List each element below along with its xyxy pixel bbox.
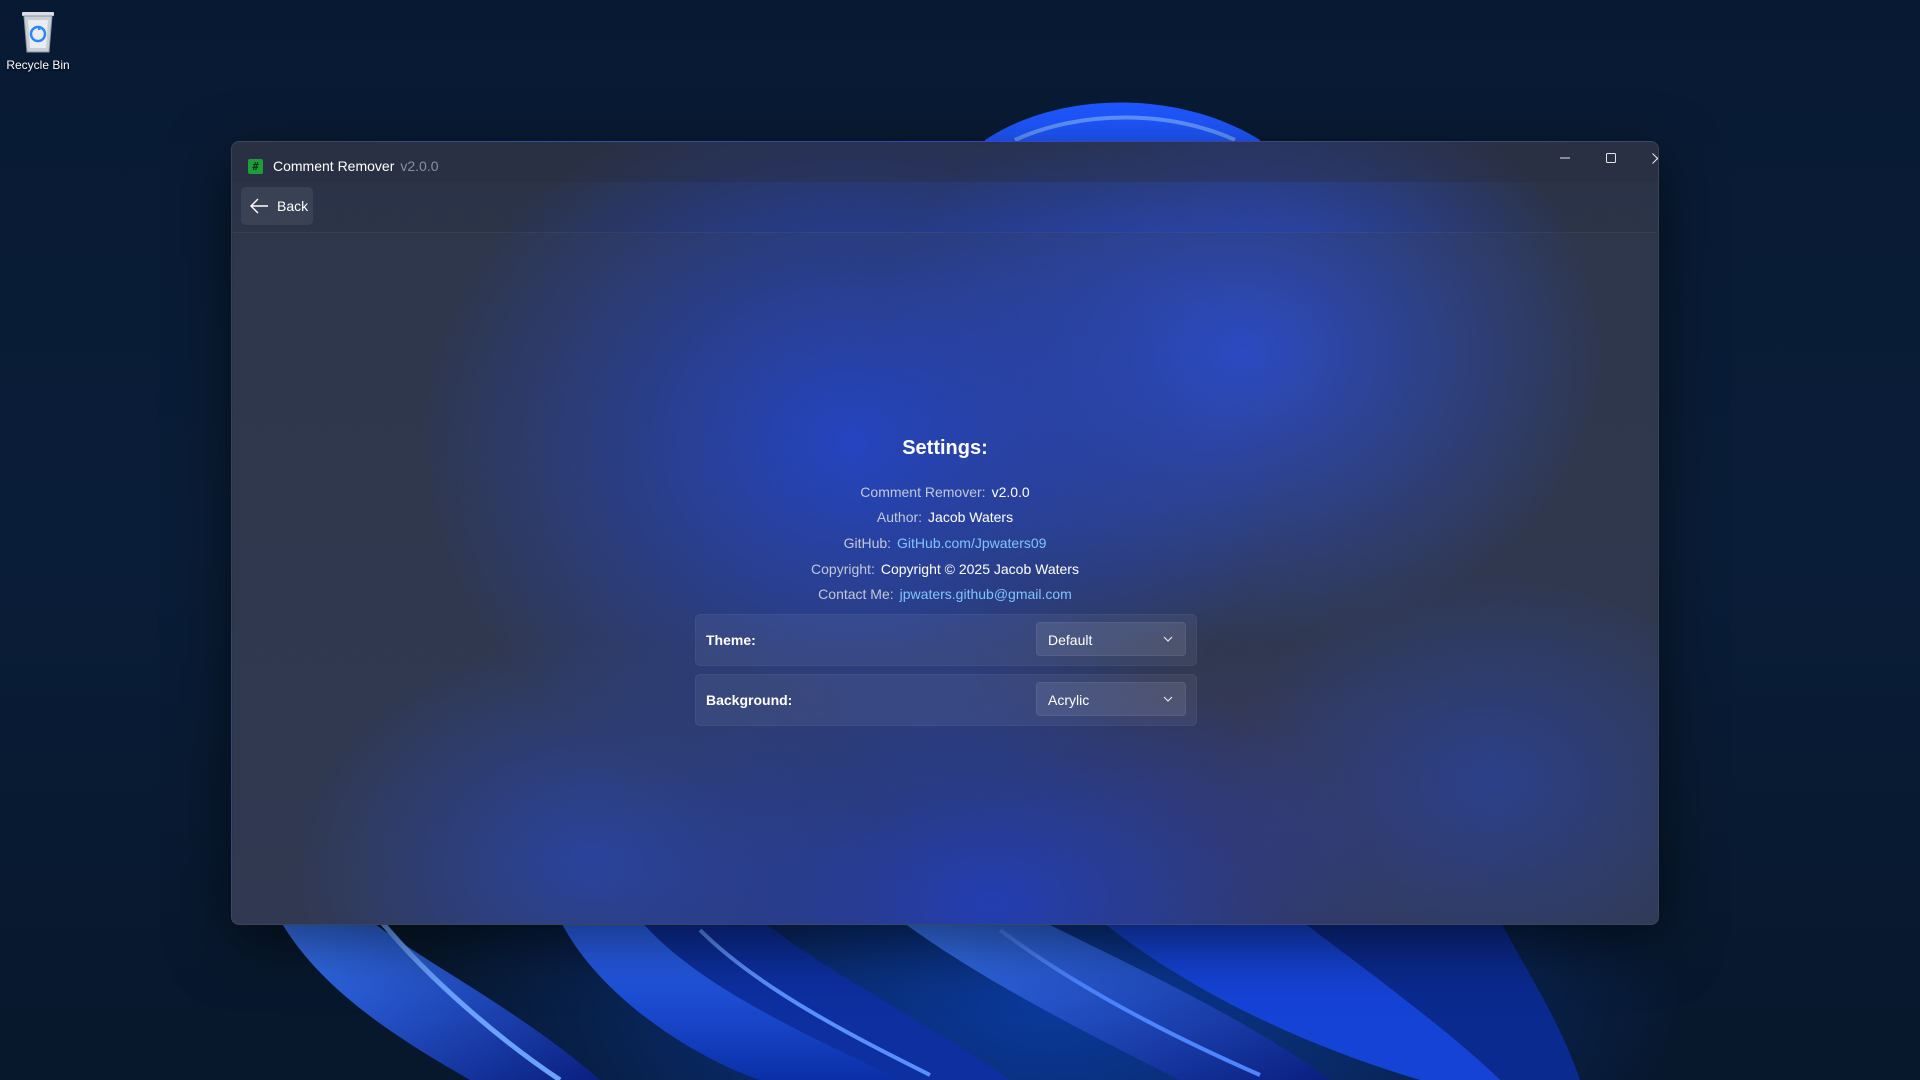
back-button[interactable]: Back — [241, 187, 313, 225]
app-window: # Comment Remover v2.0.0 Back Settings: … — [231, 141, 1659, 925]
theme-setting-card: Theme: Default — [695, 614, 1197, 666]
background-selected-value: Acrylic — [1048, 692, 1090, 708]
back-button-label: Back — [277, 198, 309, 214]
settings-page: Settings: Comment Remover: v2.0.0 Author:… — [233, 232, 1657, 924]
desktop-icon-recycle-bin[interactable]: Recycle Bin — [4, 6, 72, 72]
recycle-bin-label: Recycle Bin — [6, 58, 70, 72]
chevron-down-icon — [1163, 696, 1173, 702]
info-app-version: Comment Remover: v2.0.0 — [233, 484, 1657, 500]
theme-dropdown[interactable]: Default — [1036, 622, 1186, 656]
background-setting-card: Background: Acrylic — [695, 674, 1197, 726]
info-app-label: Comment Remover: — [860, 484, 986, 500]
info-author: Author: Jacob Waters — [233, 509, 1657, 525]
maximize-icon — [1606, 153, 1616, 163]
minimize-icon — [1560, 157, 1570, 159]
close-button[interactable] — [1634, 142, 1658, 174]
window-title: Comment Remover v2.0.0 — [273, 158, 439, 174]
info-copyright-label: Copyright: — [811, 561, 875, 577]
info-copyright: Copyright: Copyright © 2025 Jacob Waters — [233, 561, 1657, 577]
app-name: Comment Remover — [273, 158, 395, 174]
theme-label: Theme: — [706, 632, 756, 648]
info-github: GitHub: GitHub.com/Jpwaters09 — [233, 535, 1657, 551]
back-arrow-icon — [250, 198, 268, 214]
info-github-label: GitHub: — [843, 535, 892, 551]
app-icon: # — [248, 159, 263, 174]
title-bar[interactable]: # Comment Remover v2.0.0 — [232, 142, 1658, 182]
github-link[interactable]: GitHub.com/Jpwaters09 — [897, 535, 1046, 551]
background-label: Background: — [706, 692, 793, 708]
background-dropdown[interactable]: Acrylic — [1036, 682, 1186, 716]
info-author-label: Author: — [876, 509, 923, 525]
app-version: v2.0.0 — [400, 158, 439, 174]
maximize-button[interactable] — [1588, 142, 1634, 174]
info-contact-label: Contact Me: — [818, 586, 894, 602]
info-contact: Contact Me: jpwaters.github@gmail.com — [233, 586, 1657, 602]
page-title: Settings: — [902, 437, 988, 459]
chevron-down-icon — [1163, 636, 1173, 642]
close-icon — [1651, 152, 1658, 164]
info-app-value: v2.0.0 — [991, 484, 1030, 500]
info-copyright-value: Copyright © 2025 Jacob Waters — [880, 561, 1079, 577]
recycle-bin-icon — [22, 12, 54, 53]
contact-email-link[interactable]: jpwaters.github@gmail.com — [900, 586, 1072, 602]
minimize-button[interactable] — [1542, 142, 1588, 174]
theme-selected-value: Default — [1048, 632, 1093, 648]
info-author-value: Jacob Waters — [928, 509, 1014, 525]
